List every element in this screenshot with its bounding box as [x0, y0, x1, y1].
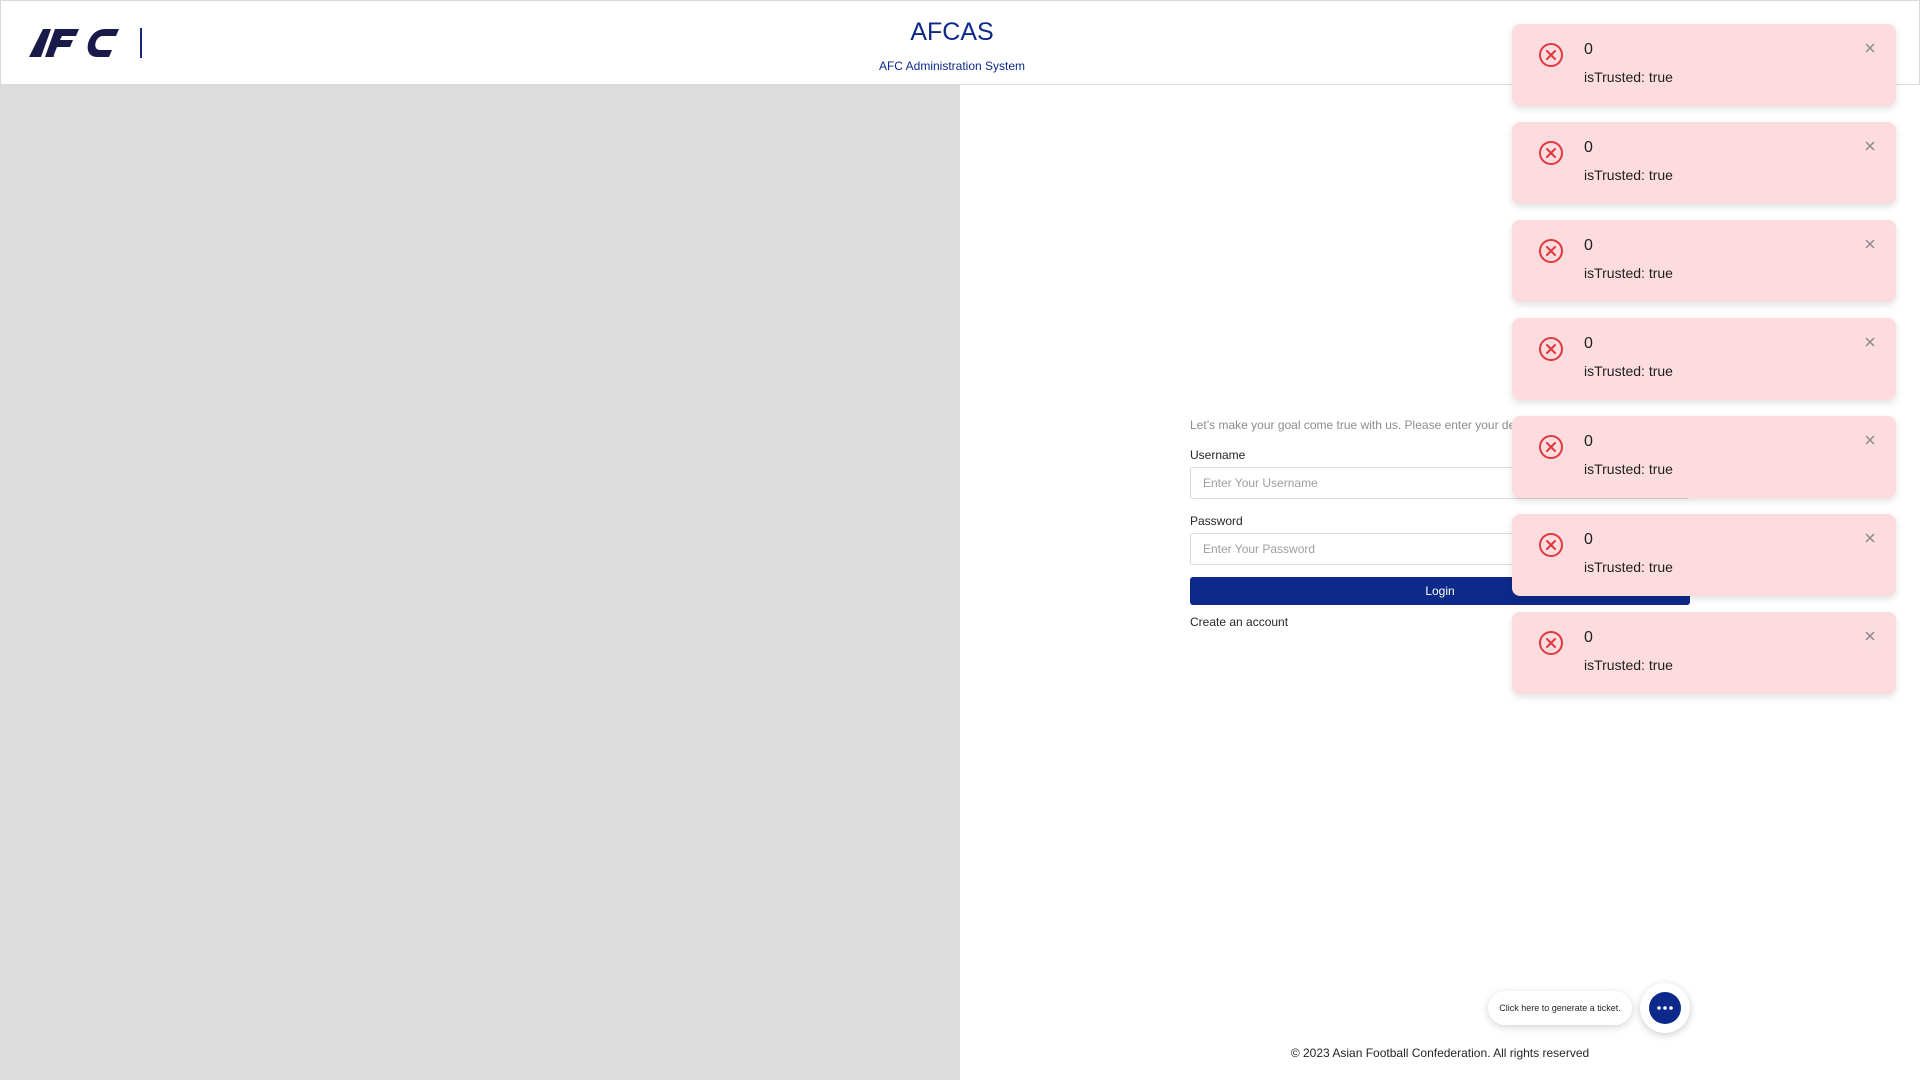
toast-title: 0: [1584, 433, 1593, 450]
close-icon[interactable]: [1862, 530, 1878, 546]
toast-message: isTrusted: true: [1584, 167, 1673, 183]
toast-title: 0: [1584, 531, 1593, 548]
close-icon[interactable]: [1862, 40, 1878, 56]
ticket-tooltip[interactable]: Click here to generate a ticket.: [1488, 991, 1632, 1025]
error-toast: 0 isTrusted: true: [1512, 318, 1896, 400]
toast-title: 0: [1584, 335, 1593, 352]
toast-message: isTrusted: true: [1584, 461, 1673, 477]
close-icon[interactable]: [1862, 628, 1878, 644]
toast-title: 0: [1584, 41, 1593, 58]
error-circle-icon: [1539, 141, 1563, 165]
error-toast: 0 isTrusted: true: [1512, 416, 1896, 498]
chat-bubble-icon: [1649, 992, 1681, 1024]
error-toast: 0 isTrusted: true: [1512, 220, 1896, 302]
create-account-link[interactable]: Create an account: [1190, 615, 1288, 629]
error-toast: 0 isTrusted: true: [1512, 24, 1896, 106]
error-toast: 0 isTrusted: true: [1512, 514, 1896, 596]
toast-message: isTrusted: true: [1584, 657, 1673, 673]
left-image-panel: [0, 85, 960, 1080]
generate-ticket-button[interactable]: [1640, 983, 1690, 1033]
error-circle-icon: [1539, 337, 1563, 361]
toast-message: isTrusted: true: [1584, 559, 1673, 575]
ellipsis-icon: [1657, 1006, 1673, 1010]
footer-copyright: © 2023 Asian Football Confederation. All…: [1290, 1046, 1590, 1060]
toast-message: isTrusted: true: [1584, 363, 1673, 379]
toast-title: 0: [1584, 237, 1593, 254]
close-icon[interactable]: [1862, 138, 1878, 154]
close-icon[interactable]: [1862, 334, 1878, 350]
toast-message: isTrusted: true: [1584, 265, 1673, 281]
error-toast: 0 isTrusted: true: [1512, 612, 1896, 694]
error-circle-icon: [1539, 239, 1563, 263]
error-circle-icon: [1539, 435, 1563, 459]
close-icon[interactable]: [1862, 432, 1878, 448]
close-icon[interactable]: [1862, 236, 1878, 252]
error-circle-icon: [1539, 43, 1563, 67]
toast-title: 0: [1584, 139, 1593, 156]
error-circle-icon: [1539, 533, 1563, 557]
error-circle-icon: [1539, 631, 1563, 655]
toast-title: 0: [1584, 629, 1593, 646]
toast-message: isTrusted: true: [1584, 69, 1673, 85]
error-toast: 0 isTrusted: true: [1512, 122, 1896, 204]
